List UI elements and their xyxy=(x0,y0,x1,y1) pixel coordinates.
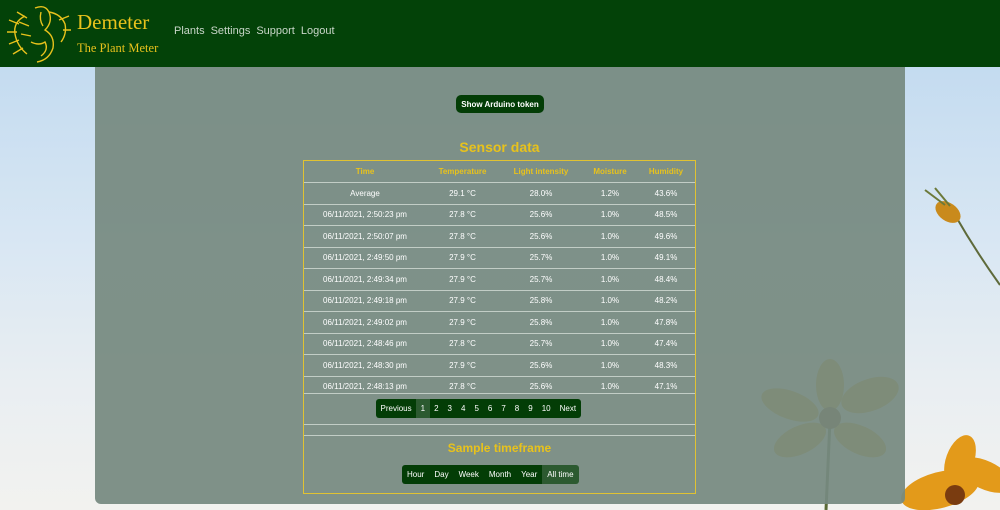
pagination-page-9[interactable]: 9 xyxy=(523,399,538,418)
cell-time: 06/11/2021, 2:48:30 pm xyxy=(304,354,426,376)
brand-title: Demeter xyxy=(77,10,150,34)
timeframe-selector: Hour Day Week Month Year All time xyxy=(402,465,579,484)
cell-light-intensity: 25.8% xyxy=(499,289,583,312)
demeter-logo-icon[interactable] xyxy=(5,2,71,64)
sample-timeframe-title: Sample timeframe xyxy=(447,441,552,455)
cell-moisture: 1.0% xyxy=(583,289,637,312)
pagination-page-10[interactable]: 10 xyxy=(537,399,556,418)
cell-moisture: 1.0% xyxy=(583,268,637,290)
main-panel: Show Arduino token Sensor data Time Temp… xyxy=(95,67,905,504)
cell-humidity: 43.6% xyxy=(637,182,695,204)
pagination-page-3[interactable]: 3 xyxy=(443,399,457,418)
cell-temperature: 27.9 °C xyxy=(426,289,499,312)
cell-moisture: 1.2% xyxy=(583,182,637,204)
pagination-page-6[interactable]: 6 xyxy=(483,399,497,418)
cell-humidity: 48.4% xyxy=(637,268,695,290)
cell-temperature: 27.8 °C xyxy=(426,203,499,226)
cell-humidity: 49.1% xyxy=(637,246,695,269)
cell-humidity: 47.4% xyxy=(637,332,695,355)
table-row: 06/11/2021, 2:49:50 pm 27.9 °C 25.7% 1.0% 49… xyxy=(304,246,695,269)
pagination-page-1[interactable]: 1 xyxy=(416,399,430,418)
table-row: 06/11/2021, 2:49:18 pm 27.9 °C 25.8% 1.0% 48… xyxy=(304,289,695,312)
sensor-data-title: Sensor data xyxy=(459,139,540,155)
cell-humidity: 47.8% xyxy=(637,311,695,333)
cell-moisture: 1.0% xyxy=(583,203,637,226)
timeframe-month-button[interactable]: Month xyxy=(483,465,517,484)
nav-link-settings[interactable]: Settings xyxy=(211,25,251,37)
timeframe-hour-button[interactable]: Hour xyxy=(402,465,430,484)
cell-humidity: 48.5% xyxy=(637,203,695,226)
table-row: 06/11/2021, 2:49:02 pm 27.9 °C 25.8% 1.0% 47… xyxy=(304,311,695,333)
timeframe-year-button[interactable]: Year xyxy=(516,465,543,484)
cell-time: 06/11/2021, 2:48:46 pm xyxy=(304,332,426,355)
table-row: 06/11/2021, 2:48:46 pm 27.8 °C 25.7% 1.0% 47… xyxy=(304,332,695,355)
cell-light-intensity: 25.7% xyxy=(499,268,583,290)
cell-temperature: 27.8 °C xyxy=(426,225,499,247)
nav-link-plants[interactable]: Plants xyxy=(174,25,205,37)
cell-light-intensity: 25.7% xyxy=(499,246,583,269)
column-header-moisture[interactable]: Moisture xyxy=(583,161,637,183)
brand-subtitle: The Plant Meter xyxy=(77,41,159,55)
cell-moisture: 1.0% xyxy=(583,332,637,355)
show-arduino-token-button[interactable]: Show Arduino token xyxy=(456,95,544,113)
cell-moisture: 1.0% xyxy=(583,246,637,269)
cell-light-intensity: 25.8% xyxy=(499,311,583,333)
cell-temperature: 29.1 °C xyxy=(426,182,499,204)
cell-moisture: 1.0% xyxy=(583,311,637,333)
cell-light-intensity: 25.6% xyxy=(499,225,583,247)
pagination-page-4[interactable]: 4 xyxy=(456,399,470,418)
top-navbar: Demeter The Plant Meter Plants Settings … xyxy=(0,0,1000,67)
average-row: Average 29.1 °C 28.0% 1.2% 43.6% xyxy=(304,182,695,204)
cell-time: 06/11/2021, 2:49:50 pm xyxy=(304,246,426,269)
cell-temperature: 27.9 °C xyxy=(426,311,499,333)
divider xyxy=(304,435,695,436)
cell-moisture: 1.0% xyxy=(583,354,637,376)
cell-light-intensity: 25.7% xyxy=(499,332,583,355)
timeframe-week-button[interactable]: Week xyxy=(453,465,484,484)
pagination: Previous 1 2 3 4 5 6 7 8 9 10 Next xyxy=(376,399,581,418)
pagination-page-5[interactable]: 5 xyxy=(469,399,484,418)
cell-humidity: 49.6% xyxy=(637,225,695,247)
cell-light-intensity: 28.0% xyxy=(499,182,583,204)
table-row: 06/11/2021, 2:50:23 pm 27.8 °C 25.6% 1.0% 48… xyxy=(304,203,695,226)
cell-temperature: 27.9 °C xyxy=(426,268,499,290)
column-header-humidity[interactable]: Humidity xyxy=(637,161,695,183)
column-header-time[interactable]: Time xyxy=(304,161,426,183)
sensor-data-table: Time Temperature Light intensity Moistur… xyxy=(304,161,695,397)
table-row: 06/11/2021, 2:49:34 pm 27.9 °C 25.7% 1.0% 48… xyxy=(304,268,695,290)
pagination-area: Previous 1 2 3 4 5 6 7 8 9 10 Next xyxy=(304,393,695,425)
cell-temperature: 27.9 °C xyxy=(426,354,499,376)
table-row: 06/11/2021, 2:48:30 pm 27.9 °C 25.6% 1.0% 48… xyxy=(304,354,695,376)
column-header-light-intensity[interactable]: Light intensity xyxy=(499,161,583,183)
cell-light-intensity: 25.6% xyxy=(499,354,583,376)
nav-link-logout[interactable]: Logout xyxy=(301,25,335,37)
cell-moisture: 1.0% xyxy=(583,225,637,247)
cell-time: 06/11/2021, 2:50:23 pm xyxy=(304,203,426,226)
pagination-page-7[interactable]: 7 xyxy=(496,399,511,418)
timeframe-day-button[interactable]: Day xyxy=(429,465,454,484)
sensor-data-box: Time Temperature Light intensity Moistur… xyxy=(303,160,696,494)
cell-humidity: 48.2% xyxy=(637,289,695,312)
cell-time: 06/11/2021, 2:50:07 pm xyxy=(304,225,426,247)
nav-links: Plants Settings Support Logout xyxy=(174,25,335,37)
cell-temperature: 27.8 °C xyxy=(426,332,499,355)
cell-time: 06/11/2021, 2:49:34 pm xyxy=(304,268,426,290)
pagination-page-2[interactable]: 2 xyxy=(429,399,444,418)
pagination-page-8[interactable]: 8 xyxy=(510,399,524,418)
cell-time: 06/11/2021, 2:49:18 pm xyxy=(304,289,426,312)
cell-light-intensity: 25.6% xyxy=(499,203,583,226)
pagination-next-button[interactable]: Next xyxy=(555,399,581,418)
table-header-row: Time Temperature Light intensity Moistur… xyxy=(304,161,695,183)
cell-humidity: 48.3% xyxy=(637,354,695,376)
nav-link-support[interactable]: Support xyxy=(256,25,295,37)
cell-temperature: 27.9 °C xyxy=(426,246,499,269)
cell-time: 06/11/2021, 2:49:02 pm xyxy=(304,311,426,333)
brand[interactable]: Demeter The Plant Meter xyxy=(77,10,158,56)
pagination-previous-button[interactable]: Previous xyxy=(376,399,417,418)
table-row: 06/11/2021, 2:50:07 pm 27.8 °C 25.6% 1.0% 49… xyxy=(304,225,695,247)
column-header-temperature[interactable]: Temperature xyxy=(426,161,499,183)
timeframe-all-time-button[interactable]: All time xyxy=(542,465,579,484)
cell-time: Average xyxy=(304,182,426,204)
